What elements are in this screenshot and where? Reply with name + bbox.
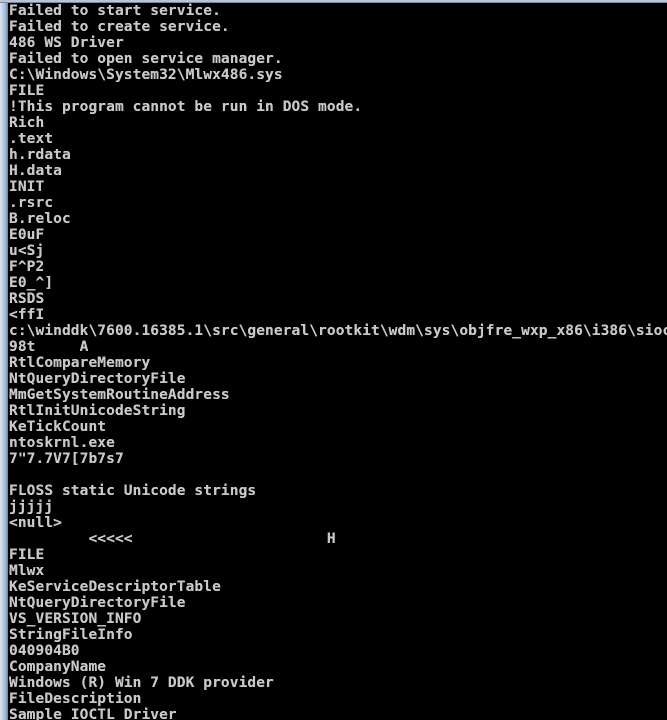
terminal-line: FileDescription xyxy=(9,691,142,707)
terminal-line: c:\winddk\7600.16385.1\src\general\rootk… xyxy=(9,323,667,339)
terminal-line: Failed to start service. xyxy=(9,3,221,19)
terminal-line: NtQueryDirectoryFile xyxy=(9,595,186,611)
terminal-line: u<Sj xyxy=(9,243,45,259)
terminal-line: RSDS xyxy=(9,291,45,307)
terminal-line: NtQueryDirectoryFile xyxy=(9,371,186,387)
terminal-line: FLOSS static Unicode strings xyxy=(9,483,257,499)
terminal-line: Sample IOCTL Driver xyxy=(9,707,177,720)
terminal-line: <null> xyxy=(9,515,62,531)
terminal-line: CompanyName xyxy=(9,659,107,675)
terminal-line: 7"7.7V7[7b7s7 xyxy=(9,451,124,467)
terminal-line: B.reloc xyxy=(9,211,71,227)
terminal-line: Windows (R) Win 7 DDK provider xyxy=(9,675,274,691)
terminal-line: FILE xyxy=(9,83,45,99)
terminal-line: StringFileInfo xyxy=(9,627,133,643)
terminal-line: KeServiceDescriptorTable xyxy=(9,579,221,595)
terminal-line: <ffI xyxy=(9,307,45,323)
console-window: Failed to start service. Failed to create… xyxy=(0,0,667,720)
terminal-line: 98t A xyxy=(9,339,89,355)
vertical-scrollbar[interactable] xyxy=(0,3,8,720)
terminal-line: Failed to create service. xyxy=(9,19,230,35)
terminal-line: INIT xyxy=(9,179,45,195)
terminal-line: Rich xyxy=(9,115,45,131)
terminal-line: .rsrc xyxy=(9,195,54,211)
terminal-line: !This program cannot be run in DOS mode. xyxy=(9,99,363,115)
terminal-line: .text xyxy=(9,131,54,147)
terminal-line: 486 WS Driver xyxy=(9,35,124,51)
terminal-line: F^P2 xyxy=(9,259,45,275)
terminal-line: ntoskrnl.exe xyxy=(9,435,115,451)
terminal-line: Failed to open service manager. xyxy=(9,51,283,67)
terminal-line: H.data xyxy=(9,163,62,179)
terminal-line: 040904B0 xyxy=(9,643,80,659)
terminal-line: E0_^] xyxy=(9,275,54,291)
terminal-line: RtlInitUnicodeString xyxy=(9,403,186,419)
terminal-line: MmGetSystemRoutineAddress xyxy=(9,387,230,403)
terminal-line: h.rdata xyxy=(9,147,71,163)
terminal-line: jjjjj xyxy=(9,499,54,515)
terminal-line: <<<<< H xyxy=(9,531,336,547)
terminal-line: KeTickCount xyxy=(9,419,107,435)
terminal-line: E0uF xyxy=(9,227,45,243)
terminal-line: C:\Windows\System32\Mlwx486.sys xyxy=(9,67,283,83)
terminal-line: Mlwx xyxy=(9,563,45,579)
terminal-line: FILE xyxy=(9,547,45,563)
terminal-output-area[interactable]: Failed to start service. Failed to create… xyxy=(8,3,667,720)
terminal-line-list: Failed to start service. Failed to create… xyxy=(8,3,667,720)
terminal-line: RtlCompareMemory xyxy=(9,355,151,371)
terminal-line: VS_VERSION_INFO xyxy=(9,611,142,627)
